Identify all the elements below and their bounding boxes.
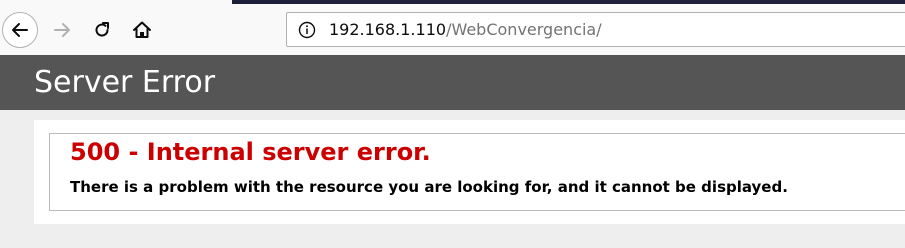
tab-strip-edge (232, 0, 905, 4)
error-detail: There is a problem with the resource you… (70, 178, 788, 196)
url-host: 192.168.1.110 (329, 20, 447, 39)
back-button[interactable] (2, 12, 38, 48)
page-header: Server Error (0, 55, 905, 110)
home-button[interactable] (128, 16, 156, 44)
browser-toolbar: 192.168.1.110/WebConvergencia/ (0, 0, 905, 55)
content-panel: 500 - Internal server error. There is a … (34, 120, 905, 224)
forward-button[interactable] (48, 16, 76, 44)
url-path: /WebConvergencia/ (446, 20, 602, 39)
arrow-left-icon (12, 23, 28, 37)
reload-button[interactable] (88, 16, 116, 44)
page-title: Server Error (34, 65, 216, 100)
error-box: 500 - Internal server error. There is a … (49, 133, 905, 211)
home-icon (133, 21, 151, 38)
reload-icon (95, 22, 109, 37)
address-bar[interactable]: 192.168.1.110/WebConvergencia/ (286, 12, 905, 47)
error-heading: 500 - Internal server error. (70, 138, 431, 166)
url-text: 192.168.1.110/WebConvergencia/ (329, 20, 602, 39)
arrow-right-icon (54, 23, 70, 37)
info-circle-icon[interactable] (298, 21, 316, 39)
